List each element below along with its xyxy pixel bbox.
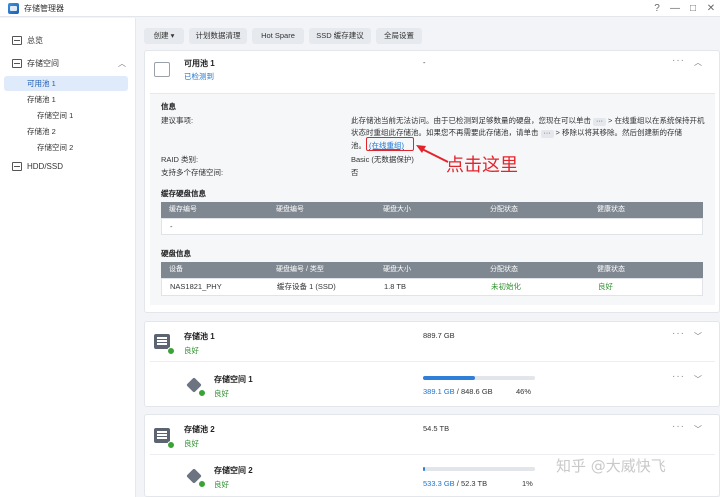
column-header: 分配状态	[490, 266, 518, 273]
suggestion-line-1: 此存储池当前无法访问。由于已检测到足够数量的硬盘，您现在可以单击 ··· > 在线重…	[351, 116, 705, 126]
volume-icon	[186, 468, 206, 488]
more-options-icon[interactable]: ···	[672, 55, 685, 66]
disk-id: 缓存设备 1 (SSD)	[277, 282, 336, 291]
volume-2-percent: 1%	[522, 479, 533, 488]
volume-2-usage-fill	[423, 467, 425, 471]
help-icon[interactable]: ?	[650, 1, 664, 16]
suggestion-line-3: 池。	[351, 141, 366, 150]
disk-health-status: 良好	[598, 282, 613, 291]
storage-pool-icon	[154, 334, 175, 355]
storage-pool-2-status: 良好	[184, 439, 199, 448]
storage-pool-2-size: 54.5 TB	[423, 424, 450, 433]
annotation-arrow	[416, 145, 449, 163]
volume-1-usage-fill	[423, 376, 475, 380]
column-header: 硬盘大小	[383, 206, 411, 213]
sidebar-item-hdd-ssd[interactable]: HDD/SSD	[0, 159, 136, 174]
chevron-down-icon[interactable]: ﹀	[694, 374, 702, 385]
table-row[interactable]: NAS1821_PHY 缓存设备 1 (SSD) 1.8 TB 未初始化 良好	[161, 278, 703, 296]
storage-pool-1-title: 存储池 1	[184, 332, 215, 341]
annotation-highlight-box	[366, 137, 414, 151]
schedule-scrub-button[interactable]: 计划数据清理	[189, 28, 247, 44]
info-heading: 信息	[161, 102, 176, 111]
storage-pool-icon	[154, 428, 175, 449]
hdd-icon	[12, 162, 22, 171]
raid-type-label: RAID 类别:	[161, 155, 199, 164]
volume-2-title: 存储空间 2	[214, 466, 253, 475]
disk-info-heading: 硬盘信息	[161, 249, 191, 258]
multi-volume-label: 支持多个存储空间:	[161, 168, 224, 177]
divider	[150, 361, 715, 362]
volume-2-status: 良好	[214, 480, 229, 489]
available-pool-dash: -	[423, 58, 426, 67]
table-cell: -	[170, 222, 173, 231]
disk-allocation-status: 未初始化	[491, 282, 521, 291]
available-pool-status: 已检测到	[184, 72, 214, 81]
column-header: 健康状态	[597, 266, 625, 273]
sidebar-item-storage[interactable]: 存储空间 ︿	[0, 56, 136, 71]
storage-icon	[12, 59, 22, 68]
create-button[interactable]: 创建 ▾	[144, 28, 184, 44]
multi-volume-value: 否	[351, 168, 359, 177]
volume-2-usage-bar	[423, 467, 535, 471]
chevron-down-icon[interactable]: ﹀	[694, 424, 702, 435]
column-header: 硬盘编号	[276, 206, 304, 213]
storage-pool-1-size: 889.7 GB	[423, 331, 455, 340]
sidebar-item-label: 存储空间	[27, 59, 59, 68]
sidebar-item-label: 总览	[27, 36, 43, 45]
sidebar-item-storage-pool-1[interactable]: 存储池 1	[4, 92, 128, 107]
column-header: 设备	[169, 266, 183, 273]
ssd-cache-advisor-button[interactable]: SSD 缓存建议	[309, 28, 371, 44]
available-pool-title: 可用池 1	[184, 59, 215, 68]
storage-pool-1-status: 良好	[184, 346, 199, 355]
maximize-icon[interactable]: □	[686, 1, 700, 16]
sidebar-item-volume-1[interactable]: 存储空间 1	[4, 108, 128, 123]
volume-2-usage-text: 533.3 GB / 52.3 TB	[423, 479, 488, 488]
sidebar-item-overview[interactable]: 总览	[0, 33, 136, 48]
cache-disk-heading: 缓存硬盘信息	[161, 189, 206, 198]
more-options-icon[interactable]: ···	[672, 421, 685, 432]
table-row: -	[161, 218, 703, 235]
minimize-icon[interactable]: —	[668, 1, 682, 16]
volume-1-status: 良好	[214, 389, 229, 398]
chevron-down-icon[interactable]: ﹀	[694, 331, 702, 342]
disk-table-header: 设备 硬盘编号 / 类型 硬盘大小 分配状态 健康状态	[161, 262, 703, 278]
hot-spare-button[interactable]: Hot Spare	[252, 28, 304, 44]
more-options-icon[interactable]: ···	[672, 371, 685, 382]
chevron-up-icon[interactable]: ︿	[694, 57, 702, 68]
storage-manager-icon	[8, 3, 19, 14]
disk-device: NAS1821_PHY	[170, 282, 222, 291]
close-icon[interactable]: ✕	[704, 1, 718, 16]
column-header: 分配状态	[490, 206, 518, 213]
sidebar-item-available-pool-1[interactable]: 可用池 1	[4, 76, 128, 91]
overview-icon	[12, 36, 22, 45]
volume-1-usage-text: 389.1 GB / 848.6 GB	[423, 387, 493, 396]
suggestion-label: 建议事项:	[161, 116, 194, 125]
available-pool-icon	[154, 62, 172, 80]
sidebar-item-label: HDD/SSD	[27, 162, 64, 171]
volume-1-title: 存储空间 1	[214, 375, 253, 384]
column-header: 硬盘编号 / 类型	[276, 266, 324, 273]
sidebar-item-volume-2[interactable]: 存储空间 2	[4, 140, 128, 155]
disk-size: 1.8 TB	[384, 282, 406, 291]
annotation-text: 点击这里	[446, 155, 518, 176]
cache-table-header: 缓存编号 硬盘编号 硬盘大小 分配状态 健康状态	[161, 202, 703, 218]
more-button-inline: ···	[593, 118, 606, 126]
global-settings-button[interactable]: 全局设置	[376, 28, 422, 44]
chevron-up-icon[interactable]: ︿	[118, 56, 126, 71]
column-header: 缓存编号	[169, 206, 197, 213]
volume-1-percent: 46%	[516, 387, 532, 396]
watermark: 知乎 @大威快飞	[556, 457, 666, 475]
volume-icon	[186, 377, 206, 397]
more-button-inline: ···	[540, 130, 554, 138]
column-header: 健康状态	[597, 206, 625, 213]
window-title: 存储管理器	[24, 4, 64, 13]
volume-1-usage-bar	[423, 376, 535, 380]
raid-type-value: Basic (无数据保护)	[351, 155, 414, 164]
sidebar-item-storage-pool-2[interactable]: 存储池 2	[4, 124, 128, 139]
column-header: 硬盘大小	[383, 266, 411, 273]
title-bar: 存储管理器 ? — □ ✕	[0, 0, 720, 17]
sidebar: 总览 存储空间 ︿ 可用池 1 存储池 1 存储空间 1 存储池 2 存储空间 …	[0, 18, 136, 497]
more-options-icon[interactable]: ···	[672, 328, 685, 339]
storage-pool-2-title: 存储池 2	[184, 425, 215, 434]
